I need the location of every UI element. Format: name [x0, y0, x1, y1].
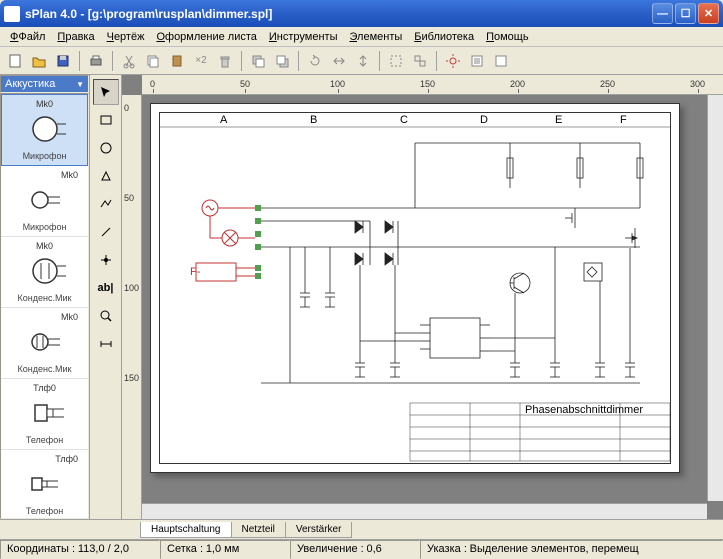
- status-bar: Координаты : 113,0 / 2,0 Сетка : 1,0 мм …: [0, 539, 723, 559]
- line-tool[interactable]: [93, 219, 119, 245]
- measure-tool[interactable]: [93, 331, 119, 357]
- chevron-down-icon: ▼: [76, 80, 84, 89]
- component-item[interactable]: Тлф0 Телефон: [1, 450, 88, 519]
- duplicate-button[interactable]: ×2: [190, 50, 212, 72]
- status-coords: Координаты : 113,0 / 2,0: [0, 540, 160, 559]
- canvas-viewport[interactable]: A B C D E F: [142, 95, 723, 519]
- component-item[interactable]: Mk0 Микрофон: [1, 94, 88, 166]
- svg-text:F: F: [620, 114, 627, 126]
- vertical-scrollbar[interactable]: [707, 95, 723, 501]
- properties-button[interactable]: [466, 50, 488, 72]
- svg-text:D: D: [480, 114, 488, 126]
- cut-button[interactable]: [118, 50, 140, 72]
- save-button[interactable]: [52, 50, 74, 72]
- category-dropdown[interactable]: Аккустика▼: [0, 75, 89, 93]
- menu-library[interactable]: Библиотека: [408, 29, 480, 44]
- circle-tool[interactable]: [93, 135, 119, 161]
- menu-drawing[interactable]: Чертёж: [101, 29, 151, 44]
- schematic-svg: A B C D E F: [160, 113, 670, 463]
- ungroup-button[interactable]: [409, 50, 431, 72]
- main-toolbar: ×2: [0, 47, 723, 75]
- status-hint: Указка : Выделение элементов, перемещ: [420, 540, 723, 559]
- component-list[interactable]: Mk0 Микрофон Mk0 Микрофон Mk0 Конденс.Ми…: [0, 93, 89, 519]
- menu-elements[interactable]: Элементы: [343, 29, 408, 44]
- rectangle-tool[interactable]: [93, 107, 119, 133]
- snap-button[interactable]: [442, 50, 464, 72]
- component-item[interactable]: Mk0 Конденс.Мик: [1, 237, 88, 308]
- menu-tools[interactable]: Инструменты: [263, 29, 344, 44]
- component-item[interactable]: Тлф0 Телефон: [1, 379, 88, 450]
- svg-text:Phasenabschnittdimmer: Phasenabschnittdimmer: [525, 404, 643, 416]
- send-back-button[interactable]: [247, 50, 269, 72]
- flip-h-button[interactable]: [328, 50, 350, 72]
- copy-button[interactable]: [142, 50, 164, 72]
- zoom-tool[interactable]: [93, 303, 119, 329]
- drawing-frame: A B C D E F: [159, 112, 671, 464]
- polyline-tool[interactable]: [93, 191, 119, 217]
- flip-v-button[interactable]: [352, 50, 374, 72]
- component-item[interactable]: Mk0 Микрофон: [1, 166, 88, 237]
- new-button[interactable]: [4, 50, 26, 72]
- sheet-tab[interactable]: Hauptschaltung: [140, 522, 232, 538]
- menu-sheet-design[interactable]: Оформление листа: [150, 29, 262, 44]
- menu-bar: ФФайл Правка Чертёж Оформление листа Инс…: [0, 27, 723, 47]
- window-title: sPlan 4.0 - [g:\program\rusplan\dimmer.s…: [25, 7, 652, 21]
- sheet-tab[interactable]: Verstärker: [285, 522, 353, 538]
- svg-text:E: E: [555, 114, 562, 126]
- pointer-tool[interactable]: [93, 79, 119, 105]
- menu-file[interactable]: ФФайл: [4, 29, 51, 44]
- vertical-ruler: 0 50 100 150: [122, 95, 142, 519]
- component-sidebar: Аккустика▼ Mk0 Микрофон Mk0 Микрофон Mk0…: [0, 75, 90, 519]
- open-button[interactable]: [28, 50, 50, 72]
- tool-palette: ab|: [90, 75, 122, 519]
- print-button[interactable]: [85, 50, 107, 72]
- svg-text:C: C: [400, 114, 408, 126]
- svg-text:F-: F-: [190, 266, 201, 278]
- svg-text:B: B: [310, 114, 317, 126]
- canvas-area: 0 50 100 150 200 250 300 0 50 100 150 A …: [122, 75, 723, 519]
- layers-button[interactable]: [490, 50, 512, 72]
- minimize-button[interactable]: —: [652, 3, 673, 24]
- delete-button[interactable]: [214, 50, 236, 72]
- group-button[interactable]: [385, 50, 407, 72]
- bring-front-button[interactable]: [271, 50, 293, 72]
- horizontal-ruler: 0 50 100 150 200 250 300: [142, 75, 723, 95]
- rotate-button[interactable]: [304, 50, 326, 72]
- title-bar: sPlan 4.0 - [g:\program\rusplan\dimmer.s…: [0, 0, 723, 27]
- node-tool[interactable]: [93, 247, 119, 273]
- maximize-button[interactable]: ☐: [675, 3, 696, 24]
- paste-button[interactable]: [166, 50, 188, 72]
- text-tool[interactable]: ab|: [93, 275, 119, 301]
- close-button[interactable]: ✕: [698, 3, 719, 24]
- drawing-page[interactable]: A B C D E F: [150, 103, 680, 473]
- svg-text:A: A: [220, 114, 228, 126]
- menu-help[interactable]: Помощь: [480, 29, 535, 44]
- sheet-tabs: Hauptschaltung Netzteil Verstärker: [0, 519, 723, 539]
- component-item[interactable]: Mk0 Конденс.Мик: [1, 308, 88, 379]
- sheet-tab[interactable]: Netzteil: [231, 522, 286, 538]
- status-zoom: Увеличение : 0,6: [290, 540, 420, 559]
- horizontal-scrollbar[interactable]: [142, 503, 707, 519]
- menu-edit[interactable]: Правка: [51, 29, 100, 44]
- shape-tool[interactable]: [93, 163, 119, 189]
- app-icon: [4, 6, 20, 22]
- status-grid: Сетка : 1,0 мм: [160, 540, 290, 559]
- main-area: Аккустика▼ Mk0 Микрофон Mk0 Микрофон Mk0…: [0, 75, 723, 519]
